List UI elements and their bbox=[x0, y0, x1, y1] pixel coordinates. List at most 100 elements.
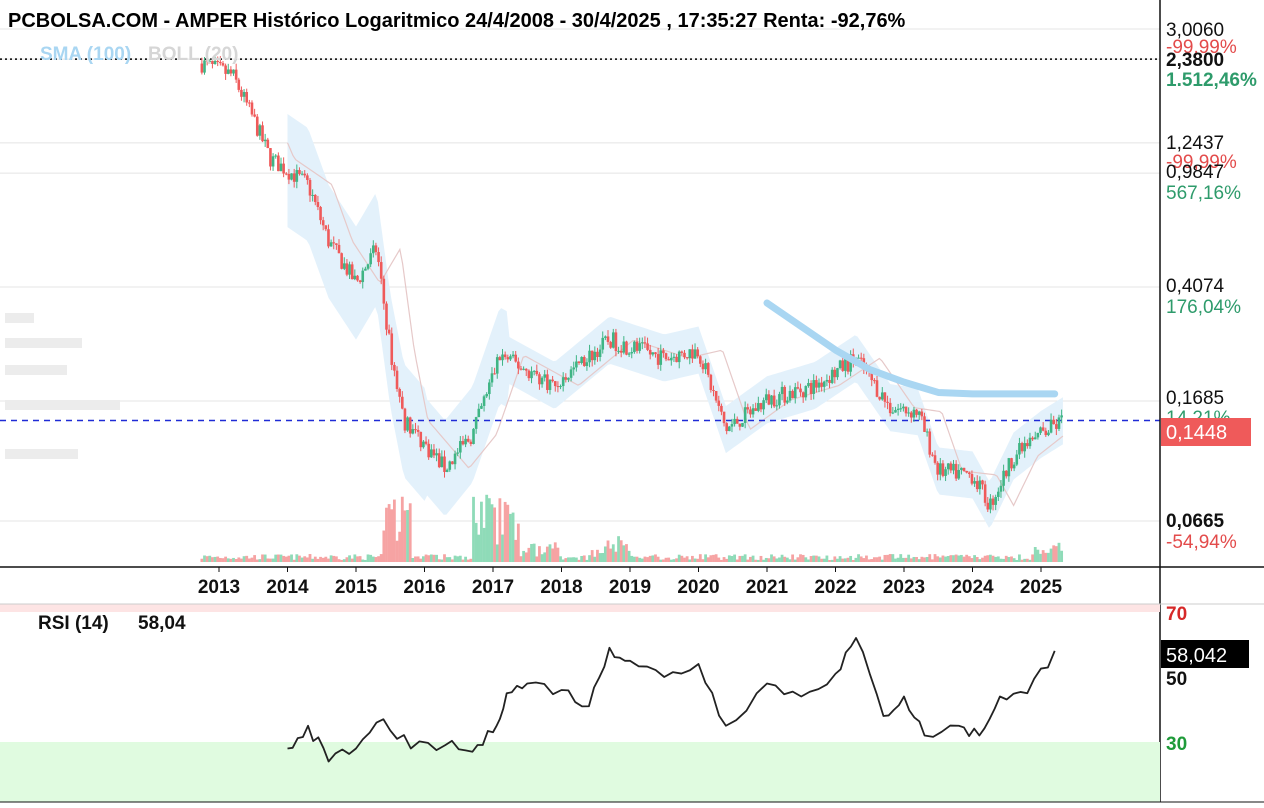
candle-body bbox=[292, 173, 296, 182]
volume-bar bbox=[846, 557, 850, 562]
volume-bar bbox=[358, 556, 362, 562]
chart-title: PCBOLSA.COM - AMPER Histórico Logaritmic… bbox=[8, 10, 906, 32]
candle-body bbox=[588, 350, 591, 363]
candle-body bbox=[440, 456, 444, 468]
candle-body bbox=[836, 368, 839, 378]
candle-body bbox=[909, 412, 913, 418]
depth-bar-2 bbox=[5, 338, 82, 348]
volume-bar bbox=[683, 557, 686, 562]
candle-body bbox=[556, 386, 560, 388]
candle-body bbox=[627, 353, 631, 355]
candle-body bbox=[1015, 454, 1019, 465]
volume-bar bbox=[640, 558, 644, 562]
candle-body bbox=[896, 408, 900, 411]
candle-body bbox=[651, 352, 655, 355]
volume-bar bbox=[451, 559, 454, 562]
candle-body bbox=[245, 91, 249, 103]
candle-body bbox=[435, 453, 438, 456]
legend-boll: BOLL (20) bbox=[148, 44, 238, 65]
volume-bar bbox=[329, 555, 333, 562]
candle-body bbox=[904, 406, 908, 414]
volume-bar bbox=[825, 555, 829, 562]
volume-bar bbox=[543, 552, 547, 562]
volume-bar bbox=[1052, 545, 1056, 562]
candle-body bbox=[350, 264, 354, 280]
candle-body bbox=[767, 394, 771, 405]
volume-bar bbox=[458, 555, 462, 562]
candle-body bbox=[796, 387, 800, 389]
depth-bar-1 bbox=[5, 313, 34, 323]
volume-bar bbox=[482, 527, 486, 562]
volume-bar bbox=[279, 554, 283, 562]
candle-body bbox=[807, 383, 810, 387]
volume-bar bbox=[205, 556, 209, 562]
volume-bar bbox=[448, 557, 452, 562]
candle-body bbox=[448, 461, 452, 470]
candle-body bbox=[377, 252, 380, 263]
volume-bar bbox=[917, 559, 921, 562]
volume-bar bbox=[437, 559, 441, 562]
volume-bar bbox=[292, 559, 296, 562]
volume-bar bbox=[429, 554, 433, 562]
volume-bar bbox=[809, 556, 813, 562]
volume-bar bbox=[514, 539, 518, 562]
volume-bar bbox=[952, 555, 955, 562]
candle-body bbox=[287, 173, 291, 180]
candle-body bbox=[306, 175, 309, 180]
candle-body bbox=[374, 245, 378, 253]
candle-body bbox=[1018, 443, 1021, 455]
candle-body bbox=[242, 91, 246, 97]
candle-body bbox=[986, 502, 990, 510]
volume-bar bbox=[495, 544, 499, 562]
volume-bar bbox=[313, 556, 317, 562]
volume-bar bbox=[796, 557, 800, 562]
candle-body bbox=[319, 207, 322, 221]
volume-bar bbox=[276, 554, 280, 562]
volume-bar bbox=[356, 556, 359, 562]
candle-body bbox=[598, 349, 602, 358]
volume-bar bbox=[730, 555, 734, 562]
volume-bar bbox=[516, 523, 520, 562]
candle-body bbox=[619, 350, 623, 353]
volume-bar bbox=[572, 557, 576, 562]
volume-bar bbox=[994, 556, 998, 562]
volume-bar bbox=[316, 558, 320, 562]
candle-body bbox=[841, 360, 845, 371]
candle-body bbox=[427, 443, 430, 458]
candle-body bbox=[643, 342, 647, 344]
volume-bar bbox=[886, 554, 889, 562]
volume-bar bbox=[978, 559, 982, 562]
volume-bar bbox=[540, 554, 544, 562]
candle-body bbox=[772, 395, 776, 407]
candle-body bbox=[891, 412, 895, 414]
candle-body bbox=[466, 438, 470, 442]
candle-body bbox=[485, 394, 488, 397]
candle-body bbox=[253, 114, 256, 117]
volume-bar bbox=[221, 558, 225, 562]
candle-body bbox=[472, 428, 475, 445]
candle-body bbox=[915, 409, 918, 415]
volume-bar bbox=[865, 555, 868, 562]
volume-bar bbox=[377, 556, 380, 562]
candle-body bbox=[677, 351, 681, 363]
volume-bar bbox=[1044, 552, 1048, 562]
volume-bar bbox=[574, 557, 578, 562]
candle-body bbox=[443, 456, 446, 472]
volume-bar bbox=[519, 556, 523, 562]
candle-body bbox=[553, 381, 557, 387]
candle-body bbox=[912, 409, 916, 418]
volume-bar bbox=[208, 555, 212, 562]
candle-body bbox=[1036, 432, 1040, 438]
x-tick-label-2019: 2019 bbox=[609, 577, 651, 598]
candle-body bbox=[606, 336, 610, 342]
candle-body bbox=[1004, 470, 1008, 477]
candle-body bbox=[582, 356, 586, 366]
volume-bar bbox=[374, 557, 378, 562]
volume-bar bbox=[290, 554, 293, 562]
volume-bar bbox=[751, 555, 755, 562]
volume-bar bbox=[577, 559, 581, 562]
volume-bar bbox=[767, 558, 771, 562]
volume-bar bbox=[490, 504, 494, 562]
candle-body bbox=[783, 386, 787, 403]
volume-bar bbox=[693, 558, 697, 562]
